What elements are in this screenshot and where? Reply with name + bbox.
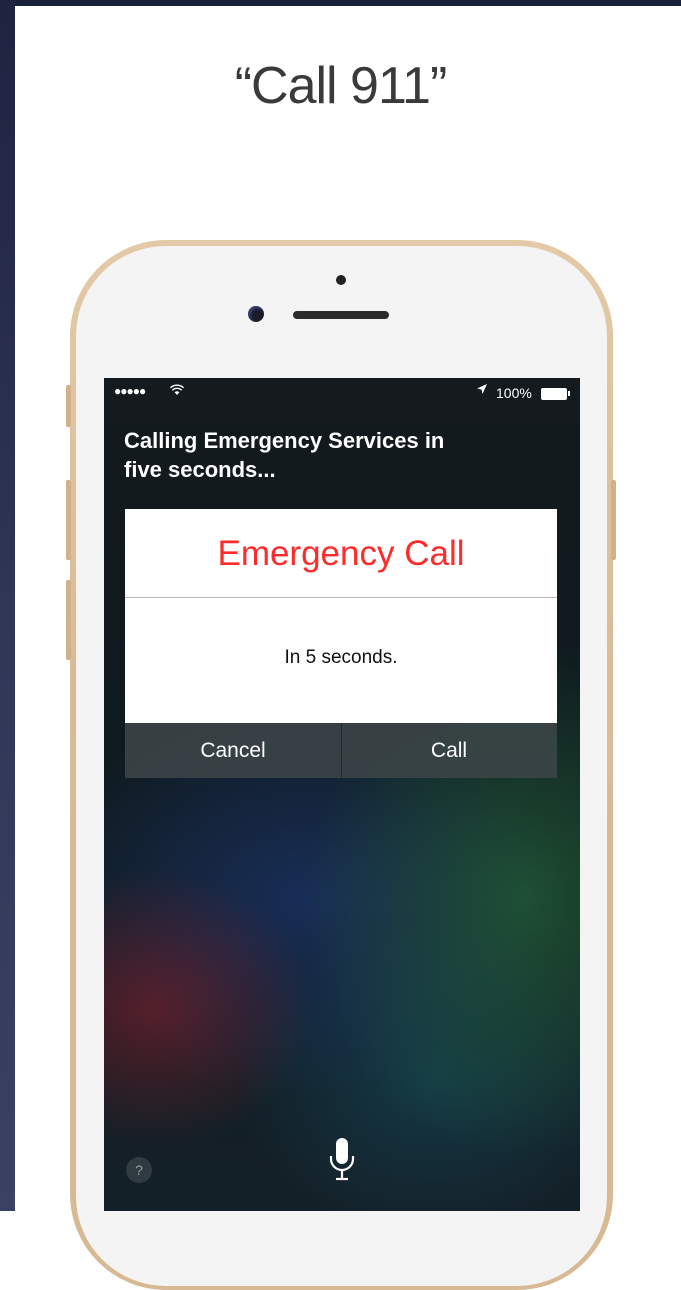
emergency-call-title: Emergency Call	[217, 534, 465, 573]
battery-tip	[568, 391, 570, 396]
call-button[interactable]: Call	[341, 723, 557, 778]
side-button-volume-down	[66, 580, 71, 660]
phone-screen: ●●●●● 100% Calling Emergency Services in…	[104, 378, 580, 1211]
help-button[interactable]: ?	[126, 1157, 152, 1183]
side-button-power	[611, 480, 616, 560]
earpiece-speaker	[293, 311, 389, 319]
side-button-volume-up	[66, 480, 71, 560]
page-headline: “Call 911”	[234, 57, 448, 115]
battery-percent: 100%	[496, 385, 532, 401]
siri-response-line-1: Calling Emergency Services in	[124, 428, 445, 453]
cancel-button[interactable]: Cancel	[125, 723, 341, 778]
front-camera	[248, 306, 264, 322]
siri-response-line-2: five seconds...	[124, 457, 276, 482]
signal-strength-icon: ●●●●●	[114, 384, 146, 398]
battery-icon	[541, 388, 567, 400]
background-left-edge	[0, 0, 15, 1211]
proximity-sensor	[336, 275, 346, 285]
siri-response-text: Calling Emergency Services in five secon…	[124, 426, 564, 484]
emergency-card-body: In 5 seconds.	[125, 598, 557, 723]
wifi-icon	[169, 383, 185, 399]
emergency-card-header: Emergency Call	[125, 509, 557, 598]
location-arrow-icon	[476, 383, 488, 398]
microphone-icon[interactable]	[326, 1136, 358, 1184]
status-bar: ●●●●● 100%	[104, 378, 580, 408]
emergency-card-actions: Cancel Call	[125, 723, 557, 778]
side-button-mute	[66, 385, 71, 427]
countdown-message: In 5 seconds.	[284, 647, 398, 668]
background-top-edge	[0, 0, 681, 6]
